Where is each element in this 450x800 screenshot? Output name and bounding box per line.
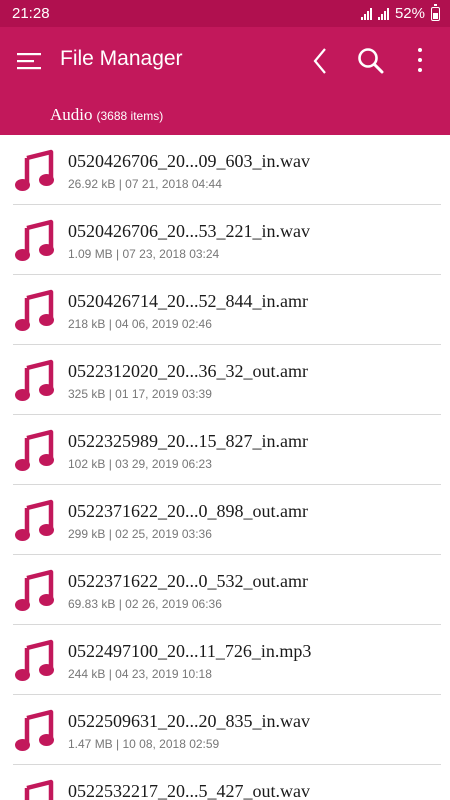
file-name: 0522509631_20...20_835_in.wav	[68, 711, 310, 731]
folder-name: Audio	[50, 105, 93, 124]
search-icon	[358, 48, 384, 74]
signal-icon	[360, 7, 372, 20]
file-list: 0520426706_20...09_603_in.wav 26.92 kB |…	[0, 135, 450, 800]
folder-count: (3688 items)	[96, 109, 164, 123]
file-meta: 218 kB | 04 06, 2019 02:46	[68, 317, 212, 331]
music-note-icon	[15, 499, 54, 541]
menu-icon	[17, 53, 41, 70]
music-note-icon	[15, 569, 54, 611]
file-meta: 26.92 kB | 07 21, 2018 04:44	[68, 177, 222, 191]
menu-button[interactable]	[16, 49, 44, 73]
file-list-item[interactable]: 0522509631_20...20_835_in.wav 1.47 MB | …	[0, 695, 450, 765]
battery-percent: 52%	[394, 5, 425, 22]
music-note-icon	[15, 289, 54, 331]
file-meta: 1.47 MB | 10 08, 2018 02:59	[68, 737, 220, 751]
file-meta: 69.83 kB | 02 26, 2019 06:36	[68, 597, 222, 611]
file-meta: 325 kB | 01 17, 2019 03:39	[68, 387, 212, 401]
file-meta: 299 kB | 02 25, 2019 03:36	[68, 527, 212, 541]
back-button[interactable]	[306, 45, 334, 77]
music-note-icon	[15, 639, 54, 681]
file-list-item[interactable]: 0522371622_20...0_898_out.amr 299 kB | 0…	[0, 485, 450, 555]
music-note-icon	[15, 359, 54, 401]
file-list-item[interactable]: 0522312020_20...36_32_out.amr 325 kB | 0…	[0, 345, 450, 415]
file-name: 0520426706_20...53_221_in.wav	[68, 221, 310, 241]
status-icons: 52%	[360, 3, 440, 22]
search-button[interactable]	[355, 45, 387, 77]
file-name: 0520426714_20...52_844_in.amr	[68, 291, 308, 311]
folder-header: Audio (3688 items)	[50, 105, 163, 125]
battery-icon	[431, 3, 440, 21]
music-note-icon	[15, 709, 54, 751]
app-bar: File Manager Audio (3688 items)	[0, 27, 450, 135]
file-name: 0520426706_20...09_603_in.wav	[68, 151, 310, 171]
file-name: 0522312020_20...36_32_out.amr	[68, 361, 308, 381]
file-list-item[interactable]: 0522325989_20...15_827_in.amr 102 kB | 0…	[0, 415, 450, 485]
page-title: File Manager	[60, 47, 183, 70]
file-name: 0522371622_20...0_898_out.amr	[68, 501, 308, 521]
status-bar: 21:28 52%	[0, 0, 450, 27]
status-time: 21:28	[12, 5, 50, 22]
file-name: 0522532217_20...5_427_out.wav	[68, 781, 310, 800]
more-options-button[interactable]	[408, 45, 432, 77]
file-list-item[interactable]: 0520426706_20...09_603_in.wav 26.92 kB |…	[0, 135, 450, 205]
music-note-icon	[15, 429, 54, 471]
file-list-item[interactable]: 0522532217_20...5_427_out.wav	[0, 765, 450, 800]
file-name: 0522325989_20...15_827_in.amr	[68, 431, 308, 451]
more-vert-icon	[418, 48, 422, 72]
file-list-item[interactable]: 0522497100_20...11_726_in.mp3 244 kB | 0…	[0, 625, 450, 695]
file-list-item[interactable]: 0520426706_20...53_221_in.wav 1.09 MB | …	[0, 205, 450, 275]
file-meta: 244 kB | 04 23, 2019 10:18	[68, 667, 212, 681]
file-name: 0522371622_20...0_532_out.amr	[68, 571, 308, 591]
file-name: 0522497100_20...11_726_in.mp3	[68, 641, 312, 661]
music-note-icon	[15, 219, 54, 261]
signal-icon	[377, 7, 389, 20]
music-note-icon	[24, 779, 54, 800]
music-note-icon	[15, 149, 54, 191]
file-meta: 1.09 MB | 07 23, 2018 03:24	[68, 247, 220, 261]
file-list-item[interactable]: 0520426714_20...52_844_in.amr 218 kB | 0…	[0, 275, 450, 345]
file-meta: 102 kB | 03 29, 2019 06:23	[68, 457, 212, 471]
file-list-item[interactable]: 0522371622_20...0_532_out.amr 69.83 kB |…	[0, 555, 450, 625]
back-chevron-icon	[313, 48, 326, 74]
